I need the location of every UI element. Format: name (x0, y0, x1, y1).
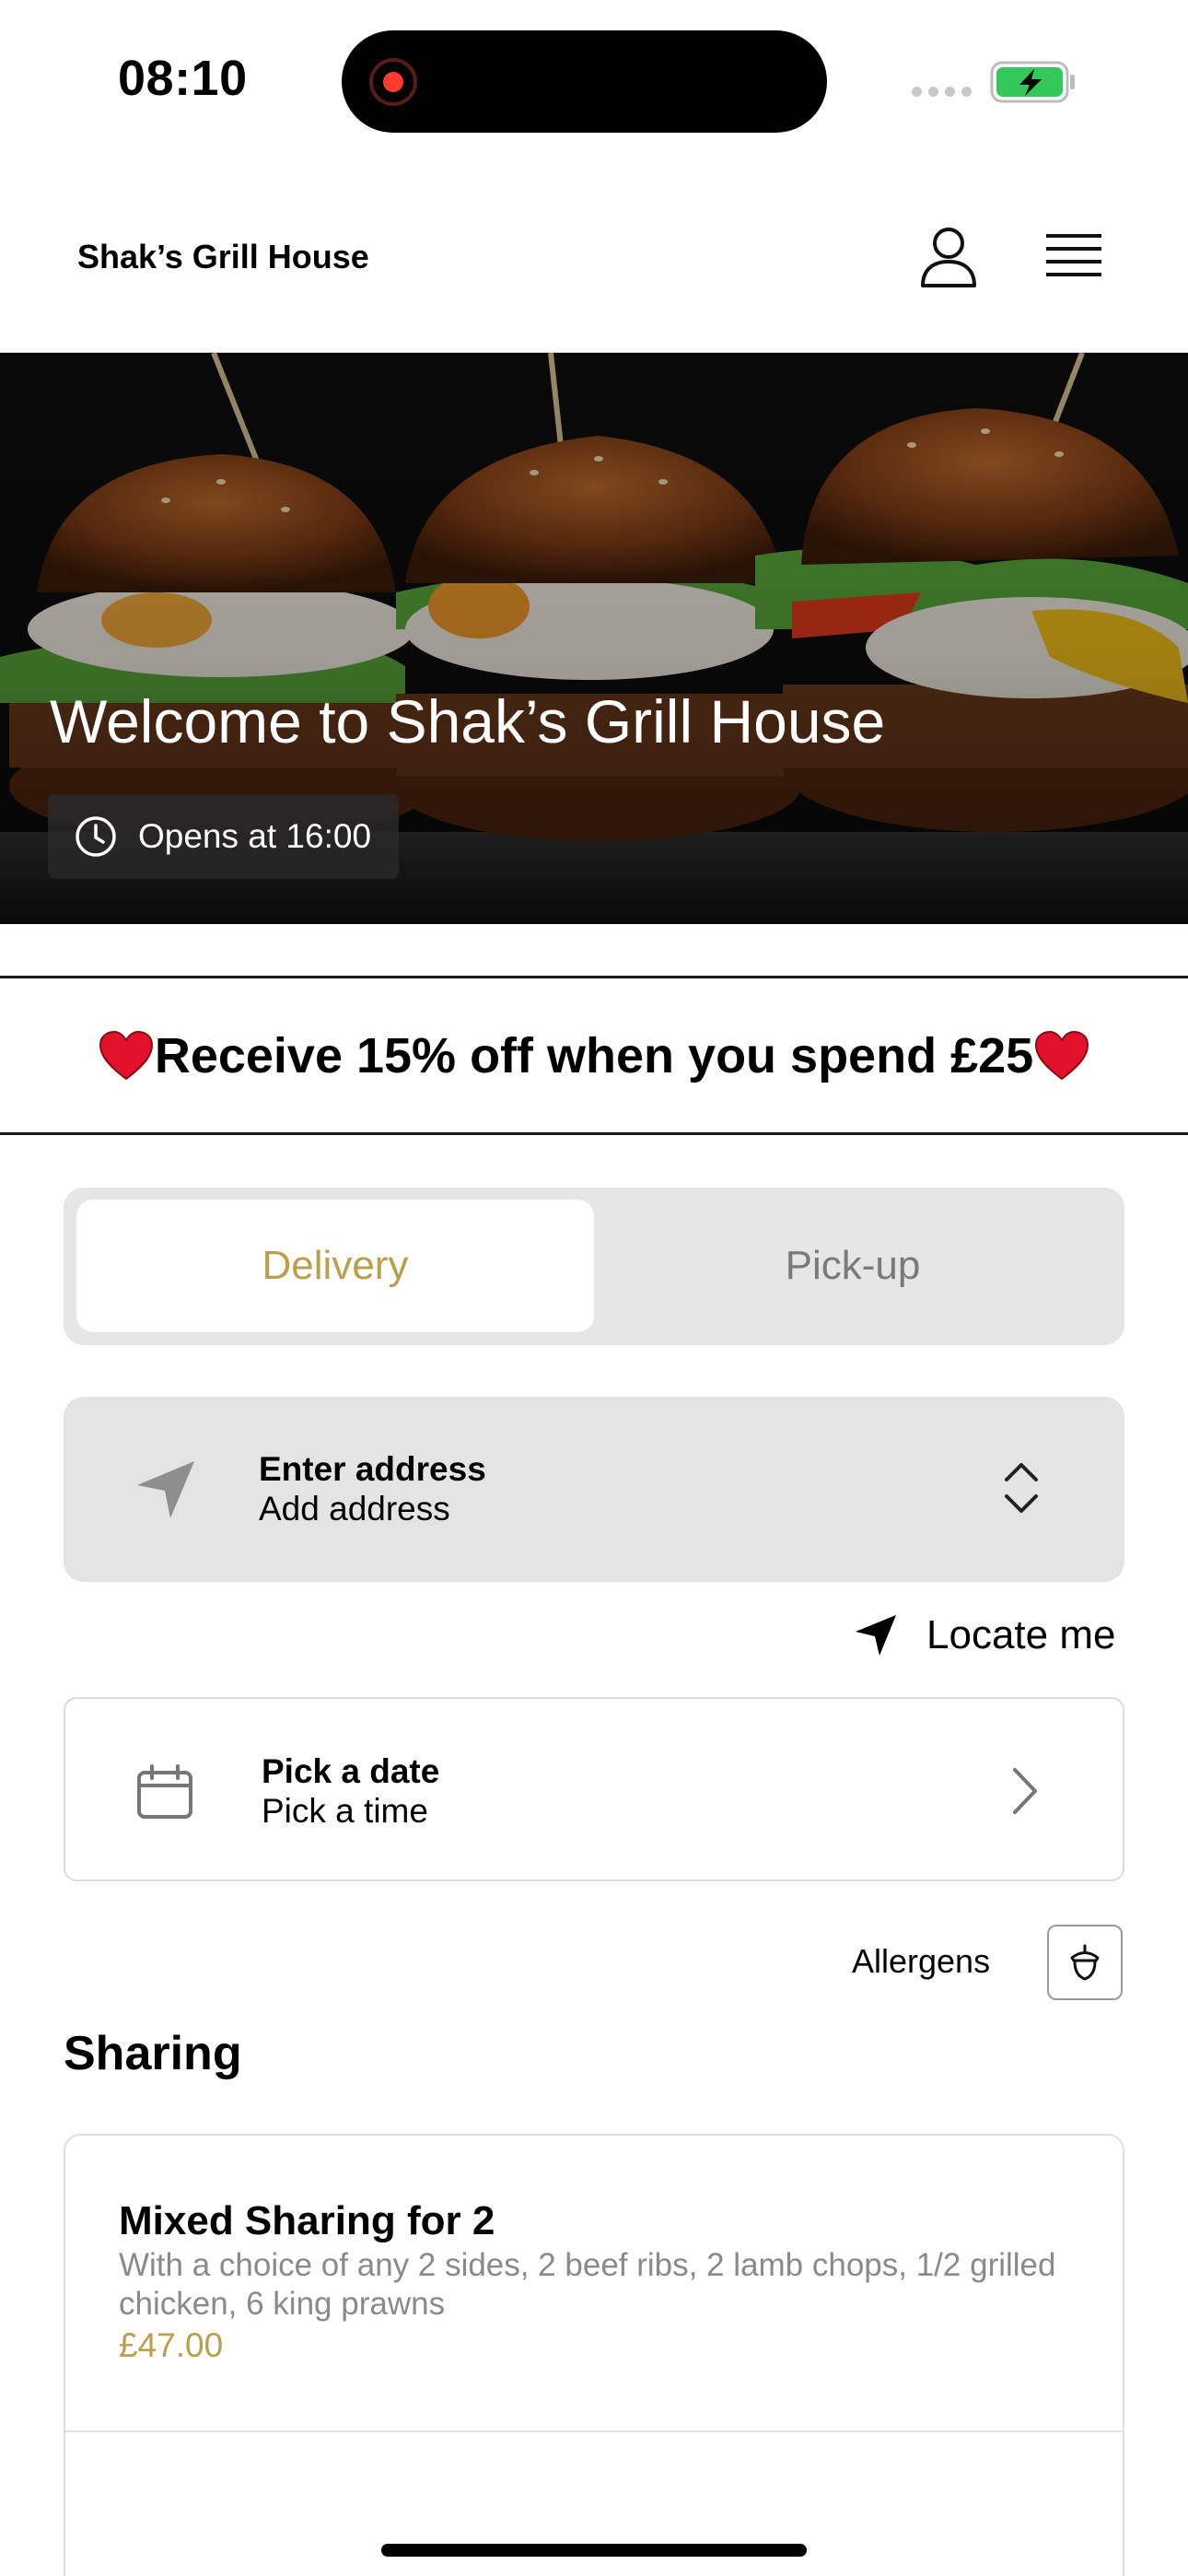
recording-icon (369, 58, 417, 106)
menu-item-list: Mixed Sharing for 2 With a choice of any… (64, 2134, 1124, 2576)
time-subtitle: Pick a time (262, 1792, 428, 1830)
chevron-up-down-icon (1005, 1463, 1038, 1513)
allergens-label: Allergens (852, 1942, 991, 1980)
heart-icon (1035, 1030, 1089, 1080)
status-time: 08:10 (118, 51, 248, 106)
acorn-icon (1070, 1944, 1100, 1981)
date-time-picker[interactable]: Pick a date Pick a time (64, 1697, 1124, 1881)
allergens-button[interactable] (1047, 1925, 1123, 2000)
menu-item[interactable]: Mixed Sharing for 2 With a choice of any… (65, 2136, 1123, 2432)
brand-name[interactable]: Shak’s Grill House (77, 238, 369, 276)
date-title: Pick a date (262, 1752, 440, 1790)
opening-hours-badge: Opens at 16:00 (48, 794, 399, 879)
hero-title: Welcome to Shak’s Grill House (50, 687, 886, 755)
user-icon[interactable] (919, 225, 978, 289)
menu-icon[interactable] (1044, 230, 1103, 282)
locate-me-button[interactable]: Locate me (853, 1612, 1115, 1658)
promo-banner: Receive 15% off when you spend £25 (0, 976, 1188, 1135)
location-arrow-icon (137, 1461, 194, 1518)
dynamic-island (342, 30, 827, 133)
menu-item-price: £47.00 (119, 2326, 224, 2364)
menu-item-name: Mixed Sharing for 2 (119, 2198, 495, 2243)
menu-section-title: Sharing (64, 2027, 242, 2080)
signal-icon (912, 87, 972, 97)
opening-hours-label: Opens at 16:00 (138, 817, 372, 855)
clock-icon (76, 816, 116, 857)
address-subtitle: Add address (259, 1490, 450, 1528)
status-bar: 08:10 (0, 0, 1188, 157)
chevron-right-icon (1013, 1768, 1037, 1814)
home-indicator[interactable] (381, 2544, 807, 2557)
app-header: Shak’s Grill House (0, 157, 1188, 353)
tab-pick-up[interactable]: Pick-up (594, 1200, 1112, 1332)
battery-icon (990, 61, 1075, 103)
address-selector[interactable]: Enter address Add address (64, 1397, 1124, 1582)
tab-delivery[interactable]: Delivery (76, 1200, 594, 1332)
heart-icon (99, 1030, 153, 1080)
hero-banner: Welcome to Shak’s Grill House Opens at 1… (0, 353, 1188, 924)
calendar-icon (137, 1764, 192, 1819)
locate-me-label: Locate me (926, 1612, 1116, 1657)
order-type-toggle: Delivery Pick-up (64, 1188, 1124, 1345)
menu-item-description: With a choice of any 2 sides, 2 beef rib… (119, 2247, 1056, 2322)
promo-text: Receive 15% off when you spend £25 (154, 1027, 1034, 1083)
location-arrow-icon (856, 1615, 896, 1656)
address-title: Enter address (259, 1450, 486, 1488)
